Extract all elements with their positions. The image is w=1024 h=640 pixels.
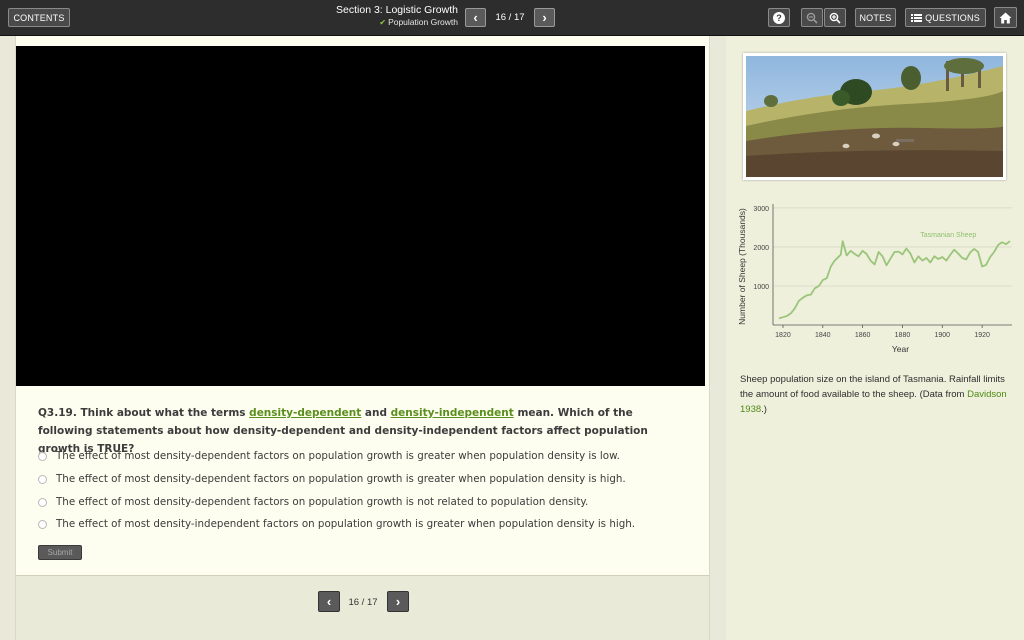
top-toolbar: CONTENTS Section 3: Logistic Growth ✔ Pop…	[0, 0, 1024, 36]
answer-option-4[interactable]: The effect of most density-independent f…	[38, 518, 698, 530]
subsection-title: Population Growth	[388, 17, 458, 27]
y-axis-label: Number of Sheep (Thousands)	[737, 208, 747, 325]
chart-axes	[772, 204, 1012, 326]
y-tick-label: 3000	[753, 206, 769, 213]
chart-series	[778, 240, 1011, 320]
sheep-population-chart: 1000 2000 3000 1820 1840 1860 1880 1900 1920 Tas…	[737, 204, 1012, 354]
list-icon	[911, 13, 923, 22]
x-tick-label: 1900	[935, 332, 951, 339]
help-button[interactable]: ?	[768, 8, 790, 27]
x-axis-label: Year	[892, 344, 909, 354]
contents-button[interactable]: CONTENTS	[8, 8, 70, 27]
x-tick-label: 1860	[855, 332, 871, 339]
footer-prev-button[interactable]: ‹	[318, 591, 340, 612]
home-icon	[999, 12, 1012, 23]
radio-button[interactable]	[38, 519, 47, 529]
x-tick-label: 1840	[815, 332, 831, 339]
notes-button[interactable]: NOTES	[855, 8, 896, 27]
questions-label: QUESTIONS	[925, 12, 980, 23]
side-panel: 1000 2000 3000 1820 1840 1860 1880 1900 1920 Tas…	[726, 36, 1024, 640]
landscape-illustration	[746, 56, 1003, 177]
term-link-density-dependent[interactable]: density-dependent	[249, 407, 361, 419]
zoom-out-button[interactable]	[801, 8, 823, 27]
x-tick-label: 1880	[895, 332, 911, 339]
main-content: Q3.19. Think about what the terms densit…	[15, 36, 710, 640]
x-tick-label: 1820	[775, 332, 791, 339]
page-footer: ‹ 16 / 17 ›	[16, 575, 709, 640]
chevron-right-icon: ›	[395, 594, 401, 609]
chevron-right-icon: ›	[542, 10, 547, 25]
answer-option-2[interactable]: The effect of most density-dependent fac…	[38, 473, 698, 485]
radio-button[interactable]	[38, 451, 47, 461]
series-line-tasmanian-sheep	[778, 240, 1011, 320]
chart-ticks: 1000 2000 3000 1820 1840 1860 1880 1900 1920	[753, 206, 990, 339]
chevron-left-icon: ‹	[326, 594, 332, 609]
questions-button[interactable]: QUESTIONS	[905, 8, 986, 27]
video-player[interactable]	[16, 46, 705, 386]
next-page-button[interactable]: ›	[534, 8, 555, 27]
chevron-left-icon: ‹	[473, 10, 478, 25]
footer-page-counter: 16 / 17	[348, 597, 378, 608]
y-tick-label: 2000	[753, 245, 769, 252]
y-tick-label: 1000	[753, 284, 769, 291]
series-label: Tasmanian Sheep	[920, 232, 976, 239]
zoom-out-icon	[806, 12, 818, 24]
radio-button[interactable]	[38, 474, 47, 484]
home-button[interactable]	[994, 7, 1017, 28]
zoom-in-icon	[829, 12, 841, 24]
answer-option-3[interactable]: The effect of most density-dependent fac…	[38, 496, 698, 508]
section-title-block: Section 3: Logistic Growth ✔ Population G…	[300, 4, 458, 28]
answer-option-1[interactable]: The effect of most density-dependent fac…	[38, 450, 698, 462]
leaf-icon: ✔	[379, 18, 387, 27]
term-link-density-independent[interactable]: density-independent	[391, 407, 514, 419]
chart-gridlines	[773, 207, 1012, 287]
footer-next-button[interactable]: ›	[387, 591, 409, 612]
page-counter: 16 / 17	[495, 12, 525, 23]
prev-page-button[interactable]: ‹	[465, 8, 486, 27]
zoom-in-button[interactable]	[824, 8, 846, 27]
section-title: Section 3: Logistic Growth	[336, 4, 458, 16]
radio-button[interactable]	[38, 497, 47, 507]
x-tick-label: 1920	[974, 332, 990, 339]
figure-caption: Sheep population size on the island of T…	[740, 374, 1007, 415]
help-icon: ?	[773, 11, 785, 24]
tasmania-landscape-photo	[743, 53, 1006, 180]
submit-button[interactable]: Submit	[38, 545, 82, 560]
